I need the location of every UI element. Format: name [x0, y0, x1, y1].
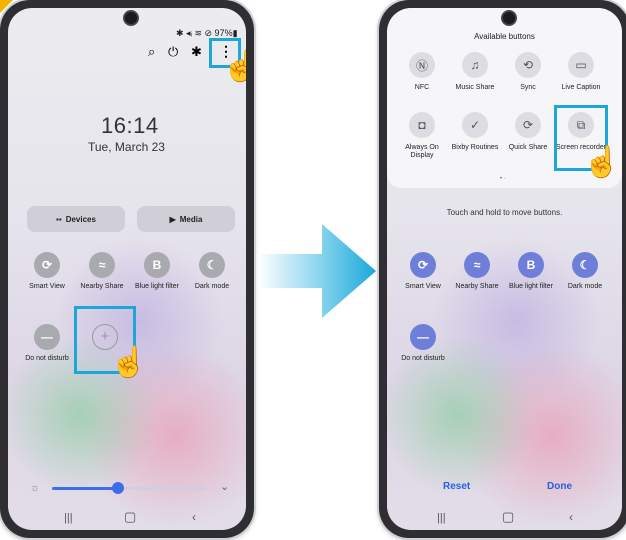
available-live-caption[interactable]: ▭ Live Caption: [553, 52, 609, 92]
tile-label: Dark mode: [194, 283, 230, 290]
tile-label: Smart View: [405, 283, 441, 290]
tile-label: Bixby Routines: [451, 144, 499, 151]
smart-view-icon: ⟳: [410, 252, 436, 278]
camera-icon: [501, 10, 517, 26]
back-icon[interactable]: ‹: [192, 510, 196, 524]
media-label: Media: [179, 214, 203, 224]
gear-icon[interactable]: ✱: [191, 44, 202, 60]
hint-text: Touch and hold to move buttons.: [446, 208, 563, 217]
available-nfc[interactable]: Ⓝ NFC: [394, 52, 450, 92]
devices-label: Devices: [65, 214, 96, 224]
left-phone: ✱ ◂ᵢ ≋ ⊘ 97%▮ ⌕ ⏻ ✱ ⋮ ☝ 16:14 Tue, March…: [0, 0, 254, 538]
done-button[interactable]: Done: [547, 481, 572, 492]
home-icon[interactable]: ▢: [124, 509, 136, 525]
nfc-icon: Ⓝ: [409, 52, 435, 78]
date: Tue, March 23: [88, 140, 165, 154]
brightness-track[interactable]: [52, 487, 207, 490]
pointing-hand-icon: ☝: [110, 346, 148, 379]
do-not-disturb-icon: —: [410, 324, 436, 350]
right-screen: Available buttons Ⓝ NFC ♫ Music Share ⟲ …: [387, 8, 622, 530]
brightness-thumb[interactable]: [112, 482, 124, 494]
tile-blue-light[interactable]: B Blue light filter: [502, 252, 560, 291]
nearby-share-icon: ≈: [464, 252, 490, 278]
pointing-hand-icon: ☝: [583, 146, 621, 179]
tile-label: Dark mode: [567, 283, 603, 290]
smart-view-icon: ⟳: [34, 252, 60, 278]
clock: 16:14: [101, 113, 159, 138]
live-caption-icon: ▭: [568, 52, 594, 78]
tile-label: Sync: [520, 84, 536, 91]
tile-label: Do not disturb: [25, 355, 69, 362]
quick-share-icon: ⟳: [515, 112, 541, 138]
tile-label: Live Caption: [561, 84, 601, 91]
search-icon[interactable]: ⌕: [148, 44, 155, 60]
nearby-share-icon: ≈: [89, 252, 115, 278]
tile-do-not-disturb[interactable]: — Do not disturb: [18, 324, 76, 363]
tile-label: Music Share: [455, 84, 495, 91]
blue-light-icon: B: [518, 252, 544, 278]
pointing-hand-icon: ☝: [222, 50, 246, 83]
tile-label: Always On Display: [405, 144, 439, 159]
tile-dark-mode[interactable]: ☾ Dark mode: [183, 252, 241, 291]
left-screen: ✱ ◂ᵢ ≋ ⊘ 97%▮ ⌕ ⏻ ✱ ⋮ ☝ 16:14 Tue, March…: [8, 8, 246, 530]
brightness-icon: ☼: [30, 482, 41, 494]
devices-button[interactable]: ▪▪ Devices: [27, 206, 125, 232]
tile-nearby-share[interactable]: ≈ Nearby Share: [448, 252, 506, 291]
chevron-down-icon[interactable]: ⌄: [220, 480, 229, 493]
sync-icon: ⟲: [515, 52, 541, 78]
tile-do-not-disturb[interactable]: — Do not disturb: [394, 324, 452, 363]
tile-blue-light[interactable]: B Blue light filter: [128, 252, 186, 291]
tile-label: Quick Share: [508, 144, 548, 151]
available-title: Available buttons: [474, 32, 535, 41]
home-icon[interactable]: ▢: [502, 509, 514, 525]
dark-mode-icon: ☾: [199, 252, 225, 278]
reset-button[interactable]: Reset: [443, 481, 470, 492]
blue-light-icon: B: [144, 252, 170, 278]
do-not-disturb-icon: —: [34, 324, 60, 350]
arrow-icon: [258, 224, 376, 318]
available-bixby-routines[interactable]: ✓ Bixby Routines: [447, 112, 503, 152]
page-indicator: • ·: [500, 176, 506, 182]
bixby-routines-icon: ✓: [462, 112, 488, 138]
tile-label: Smart View: [29, 283, 65, 290]
right-phone: Available buttons Ⓝ NFC ♫ Music Share ⟲ …: [379, 0, 626, 538]
recents-icon[interactable]: |||: [437, 512, 446, 524]
tile-dark-mode[interactable]: ☾ Dark mode: [556, 252, 614, 291]
available-quick-share[interactable]: ⟳ Quick Share: [500, 112, 556, 152]
power-icon[interactable]: ⏻: [168, 44, 178, 60]
tile-nearby-share[interactable]: ≈ Nearby Share: [73, 252, 131, 291]
tile-smart-view[interactable]: ⟳ Smart View: [18, 252, 76, 291]
always-on-display-icon: ◘: [409, 112, 435, 138]
tile-smart-view[interactable]: ⟳ Smart View: [394, 252, 452, 291]
devices-icon: ▪▪: [56, 214, 62, 224]
available-music-share[interactable]: ♫ Music Share: [447, 52, 503, 92]
music-share-icon: ♫: [462, 52, 488, 78]
tile-label: Nearby Share: [80, 283, 124, 290]
available-always-on-display[interactable]: ◘ Always On Display: [394, 112, 450, 160]
tile-label: Blue light filter: [509, 283, 553, 290]
tile-label: Nearby Share: [455, 283, 499, 290]
back-icon[interactable]: ‹: [569, 510, 573, 524]
tile-label: Blue light filter: [135, 283, 179, 290]
tile-label: Do not disturb: [401, 355, 445, 362]
dark-mode-icon: ☾: [572, 252, 598, 278]
available-sync[interactable]: ⟲ Sync: [500, 52, 556, 92]
recents-icon[interactable]: |||: [64, 512, 73, 524]
tile-label: NFC: [414, 84, 430, 91]
media-icon: ▶: [169, 214, 176, 224]
media-button[interactable]: ▶ Media: [137, 206, 235, 232]
camera-icon: [123, 10, 139, 26]
